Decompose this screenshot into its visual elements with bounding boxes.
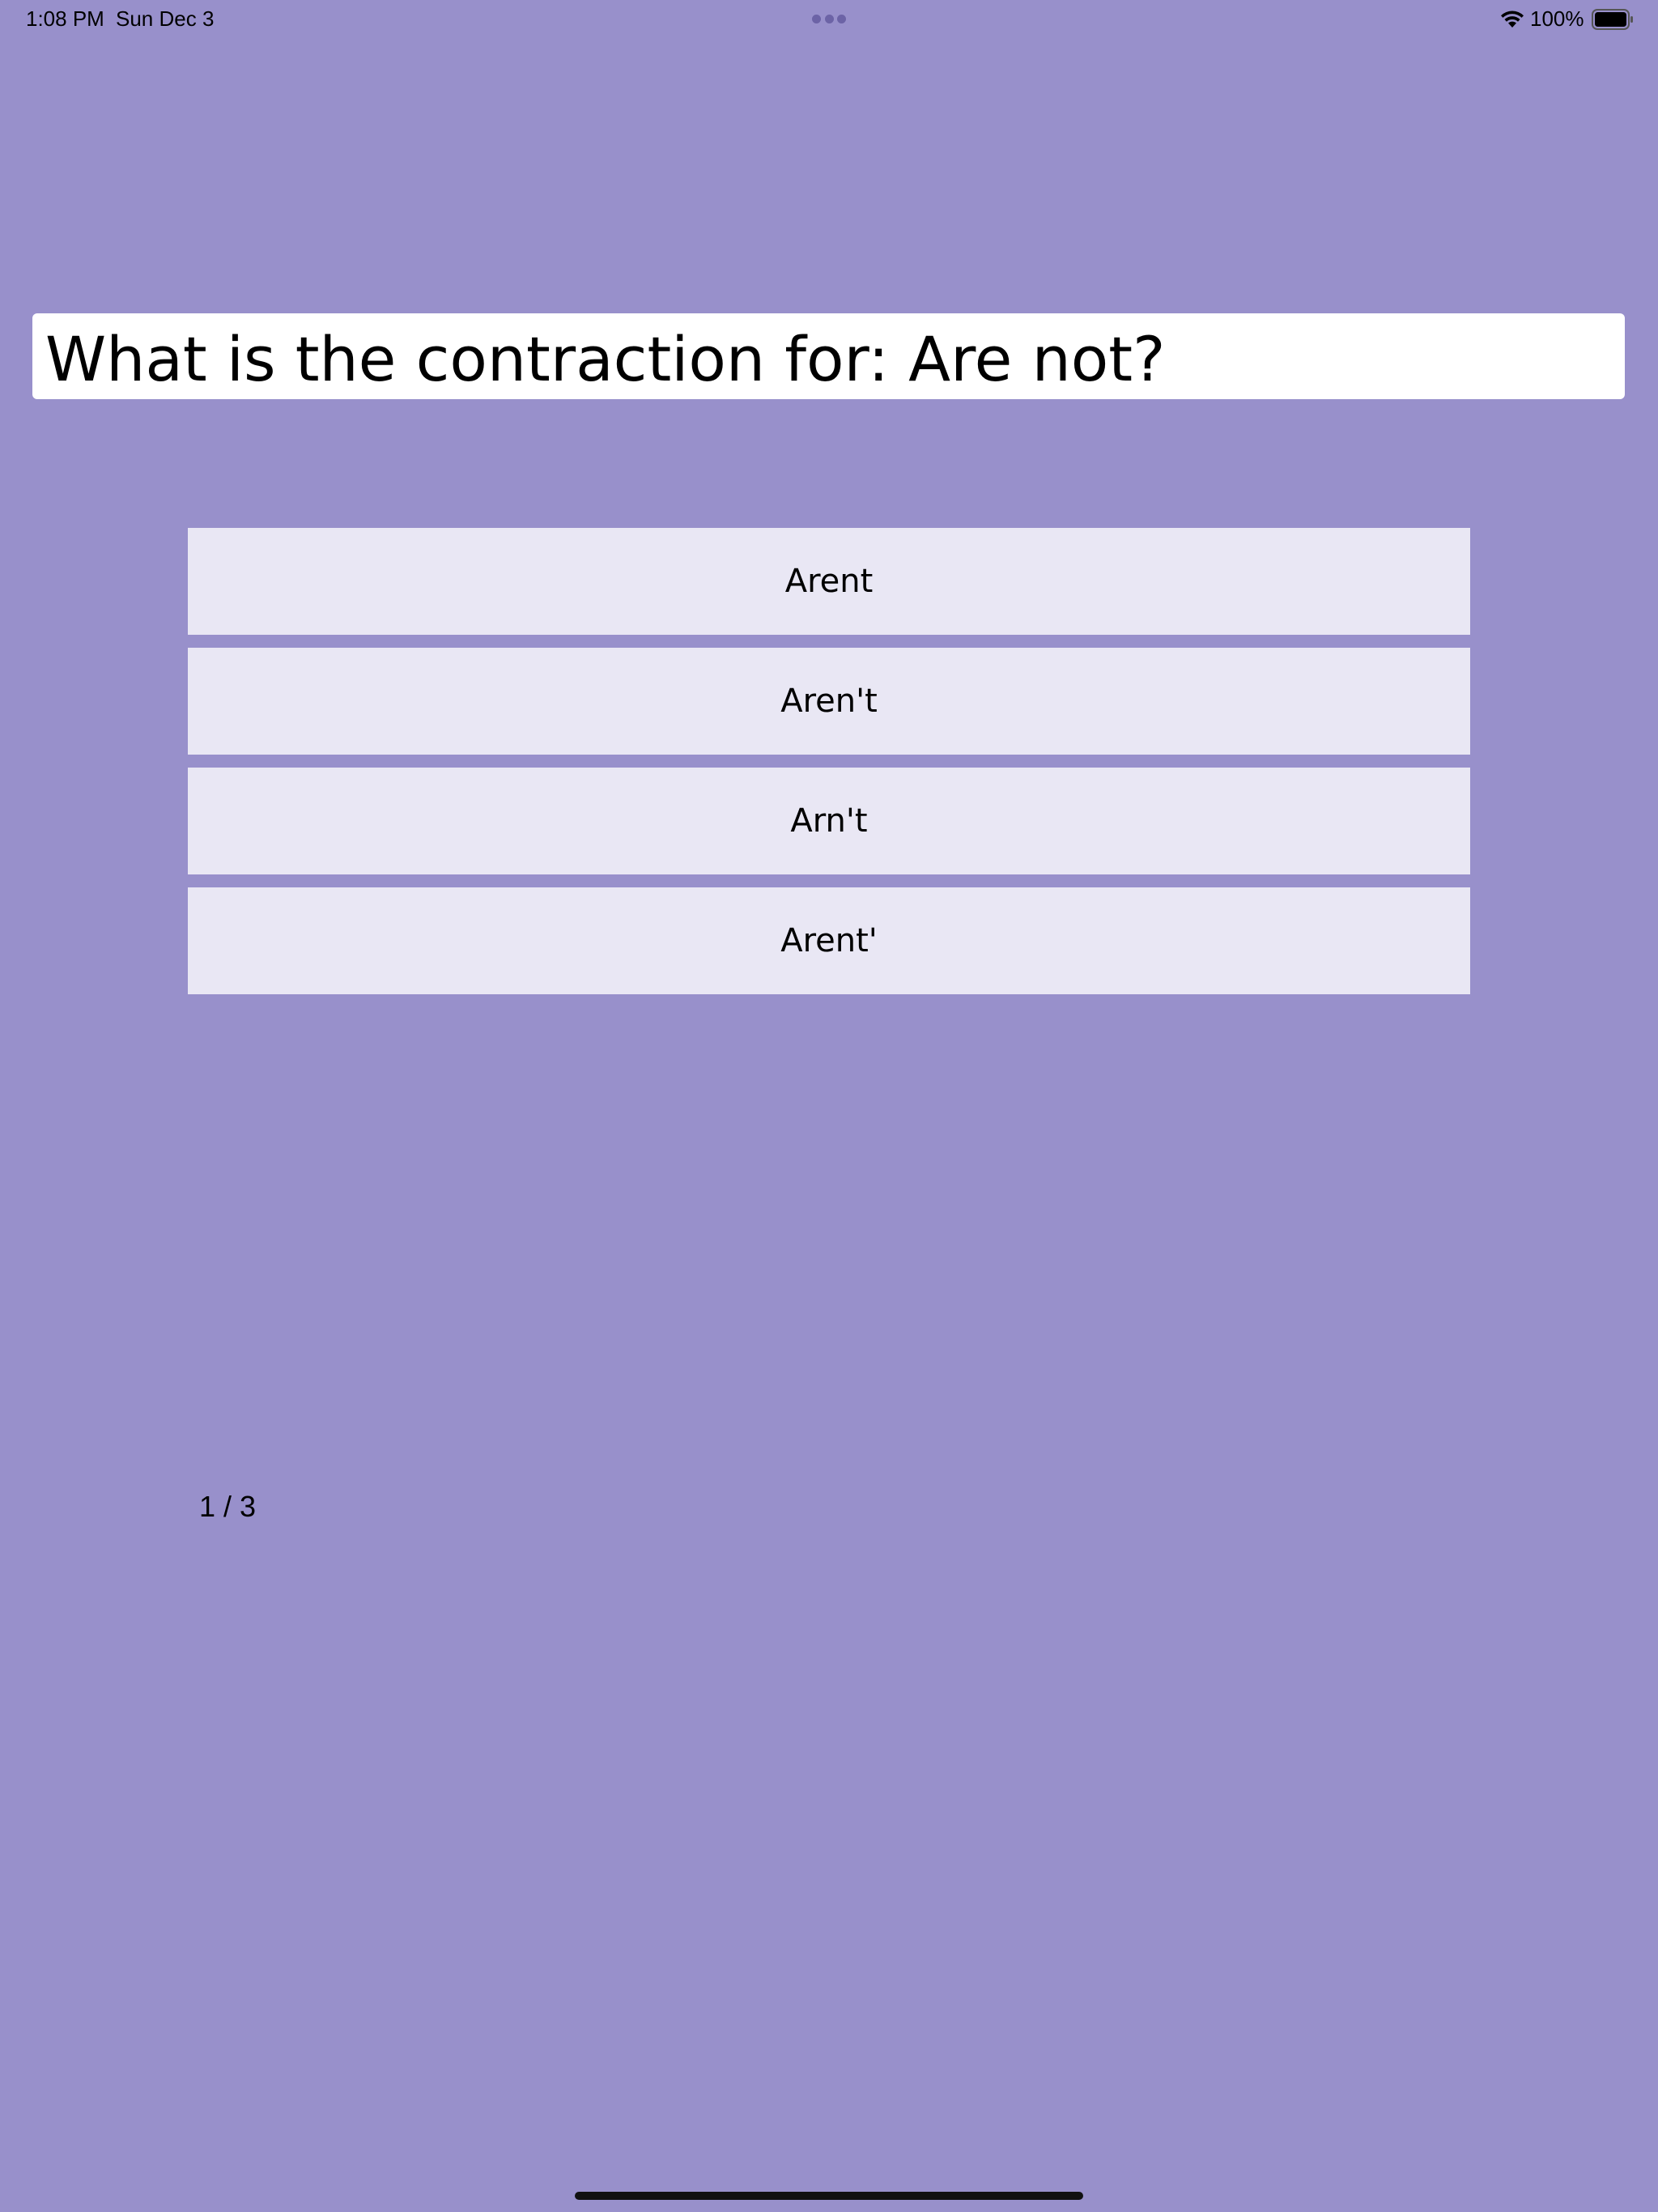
status-date: Sun Dec 3 bbox=[116, 6, 215, 31]
question-text: What is the contraction for: Are not? bbox=[45, 323, 1166, 395]
wifi-icon bbox=[1501, 11, 1524, 28]
status-time: 1:08 PM bbox=[26, 6, 104, 31]
answer-option-label: Arent' bbox=[780, 922, 878, 959]
answer-option-label: Arent bbox=[784, 563, 874, 600]
battery-icon bbox=[1592, 9, 1633, 30]
question-box: What is the contraction for: Are not? bbox=[32, 313, 1625, 399]
home-indicator[interactable] bbox=[575, 2192, 1083, 2200]
answer-option-button[interactable]: Arent bbox=[188, 528, 1470, 635]
answer-option-button[interactable]: Arent' bbox=[188, 887, 1470, 994]
answer-option-button[interactable]: Arn't bbox=[188, 768, 1470, 874]
answer-option-label: Arn't bbox=[790, 802, 868, 840]
answer-option-button[interactable]: Aren't bbox=[188, 648, 1470, 755]
answer-option-label: Aren't bbox=[780, 683, 878, 720]
answer-options: Arent Aren't Arn't Arent' bbox=[188, 528, 1470, 1007]
status-bar: 1:08 PM Sun Dec 3 100% bbox=[0, 0, 1658, 39]
question-progress: 1 / 3 bbox=[199, 1490, 257, 1523]
battery-percent: 100% bbox=[1530, 6, 1584, 31]
more-dots-icon[interactable] bbox=[812, 15, 846, 24]
